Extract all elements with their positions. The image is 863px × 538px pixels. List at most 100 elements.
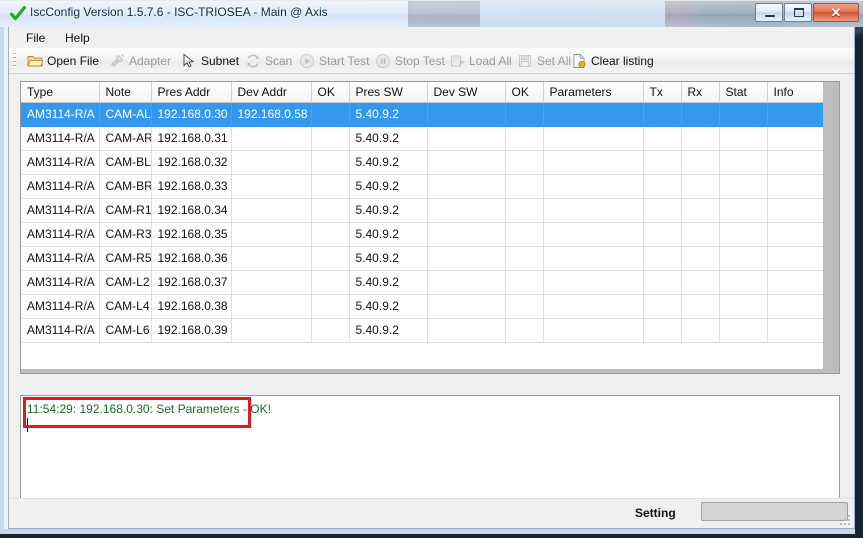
column-header-pres-addr-2[interactable]: Pres Addr [151, 82, 232, 103]
table-row[interactable]: AM3114-R/A CAM-R1 192.168.0.34 5.40.9.2 [21, 198, 824, 223]
table-cell [231, 318, 312, 343]
column-header-ok-4[interactable]: OK [311, 82, 350, 103]
table-row[interactable]: AM3114-R/A CAM-AL 192.168.0.30 192.168.0.58… [21, 102, 824, 127]
table-cell [427, 270, 506, 295]
column-header-pres-sw-5[interactable]: Pres SW [349, 82, 428, 103]
toolbar-stop-test-button[interactable]: Stop Test [371, 51, 449, 71]
table-cell: 5.40.9.2 [349, 246, 428, 271]
table-cell [681, 294, 720, 319]
menu-item-file[interactable]: File [19, 30, 52, 46]
table-cell [719, 102, 768, 127]
table-cell [767, 102, 824, 127]
toolbar-adapter-label: Adapter [129, 54, 172, 68]
table-cell: 192.168.0.30 [151, 102, 232, 127]
table-cell [427, 294, 506, 319]
table-cell [505, 246, 544, 271]
window-client-inner: File Help Open File Adapter Subnet Scan … [8, 27, 855, 529]
table-cell [311, 318, 350, 343]
toolbar-adapter-button[interactable]: Adapter [105, 51, 175, 71]
table-row[interactable]: AM3114-R/A CAM-AR 192.168.0.31 5.40.9.2 [21, 126, 824, 151]
minimize-button[interactable] [755, 3, 783, 22]
table-cell [543, 270, 644, 295]
table-cell [719, 222, 768, 247]
window-client-area: File Help Open File Adapter Subnet Scan … [0, 27, 855, 534]
table-cell: 192.168.0.34 [151, 198, 232, 223]
column-header-parameters-8[interactable]: Parameters [543, 82, 644, 103]
toolbar-open-file-button[interactable]: Open File [23, 51, 103, 71]
table-cell [543, 222, 644, 247]
table-cell [719, 294, 768, 319]
table-cell: AM3114-R/A [21, 318, 100, 343]
table-cell [231, 126, 312, 151]
refresh-icon [247, 54, 259, 68]
table-cell [311, 246, 350, 271]
maximize-button[interactable] [784, 3, 812, 22]
table-cell [505, 150, 544, 175]
table-row[interactable]: AM3114-R/A CAM-BL 192.168.0.32 5.40.9.2 [21, 150, 824, 175]
table-cell: CAM-R1 [99, 198, 152, 223]
table-cell [311, 270, 350, 295]
table-cell [719, 150, 768, 175]
column-header-type-0[interactable]: Type [21, 82, 100, 103]
table-row[interactable]: AM3114-R/A CAM-R3 192.168.0.35 5.40.9.2 [21, 222, 824, 247]
table-row[interactable]: AM3114-R/A CAM-R5 192.168.0.36 5.40.9.2 [21, 246, 824, 271]
toolbar-subnet-button[interactable]: Subnet [177, 51, 243, 71]
close-button[interactable]: ✕ [813, 3, 859, 22]
table-cell [643, 174, 682, 199]
table-cell [643, 318, 682, 343]
toolbar-stop-test-label: Stop Test [395, 54, 445, 68]
column-header-tx-9[interactable]: Tx [643, 82, 682, 103]
toolbar-load-all-button[interactable]: Load All [445, 51, 516, 71]
pause-icon [376, 54, 390, 68]
menu-item-help[interactable]: Help [58, 30, 97, 46]
column-header-stat-11[interactable]: Stat [719, 82, 768, 103]
toolbar-set-all-button[interactable]: Set All [513, 51, 575, 71]
toolbar-clear-listing-button[interactable]: Clear listing [567, 51, 658, 71]
maximize-icon [794, 8, 804, 17]
minimize-icon [765, 15, 775, 17]
window-controls: ✕ [755, 3, 859, 22]
table-cell [681, 318, 720, 343]
table-cell: 192.168.0.38 [151, 294, 232, 319]
table-cell: 192.168.0.33 [151, 174, 232, 199]
table-cell: CAM-L2 [99, 270, 152, 295]
table-cell [427, 150, 506, 175]
table-cell [643, 222, 682, 247]
column-header-ok-7[interactable]: OK [505, 82, 544, 103]
table-row[interactable]: AM3114-R/A CAM-BR 192.168.0.33 5.40.9.2 [21, 174, 824, 199]
column-header-note-1[interactable]: Note [99, 82, 152, 103]
table-cell [719, 246, 768, 271]
status-setting-label: Setting [635, 506, 676, 520]
table-cell: CAM-R5 [99, 246, 152, 271]
resize-grip-icon[interactable] [838, 513, 852, 527]
table-row[interactable]: AM3114-R/A CAM-L4 192.168.0.38 5.40.9.2 [21, 294, 824, 319]
table-cell [311, 222, 350, 247]
table-cell [427, 126, 506, 151]
table-cell [311, 150, 350, 175]
table-cell [311, 126, 350, 151]
table-cell [719, 318, 768, 343]
clear-page-icon [573, 54, 586, 68]
column-header-dev-addr-3[interactable]: Dev Addr [231, 82, 312, 103]
table-cell [311, 102, 350, 127]
play-icon [300, 54, 314, 68]
table-cell: CAM-AR [99, 126, 152, 151]
table-cell [643, 198, 682, 223]
table-cell [543, 174, 644, 199]
toolbar-start-test-button[interactable]: Start Test [295, 51, 373, 71]
column-header-info-12[interactable]: Info [767, 82, 824, 103]
table-row[interactable]: AM3114-R/A CAM-L2 192.168.0.37 5.40.9.2 [21, 270, 824, 295]
table-cell [681, 126, 720, 151]
column-header-rx-10[interactable]: Rx [681, 82, 720, 103]
table-cell [681, 150, 720, 175]
device-grid[interactable]: Type Note Pres Addr Dev Addr OK Pres SW Dev SW… [20, 81, 840, 374]
table-cell: 5.40.9.2 [349, 150, 428, 175]
table-row[interactable]: AM3114-R/A CAM-L6 192.168.0.39 5.40.9.2 [21, 318, 824, 343]
device-grid-body: AM3114-R/A CAM-AL 192.168.0.30 192.168.0.58… [21, 102, 824, 343]
toolbar-grip[interactable] [13, 53, 16, 69]
device-grid-bottom-filler [21, 369, 839, 373]
toolbar-scan-button[interactable]: Scan [241, 51, 296, 71]
table-cell [505, 174, 544, 199]
table-cell [767, 246, 824, 271]
column-header-dev-sw-6[interactable]: Dev SW [427, 82, 506, 103]
